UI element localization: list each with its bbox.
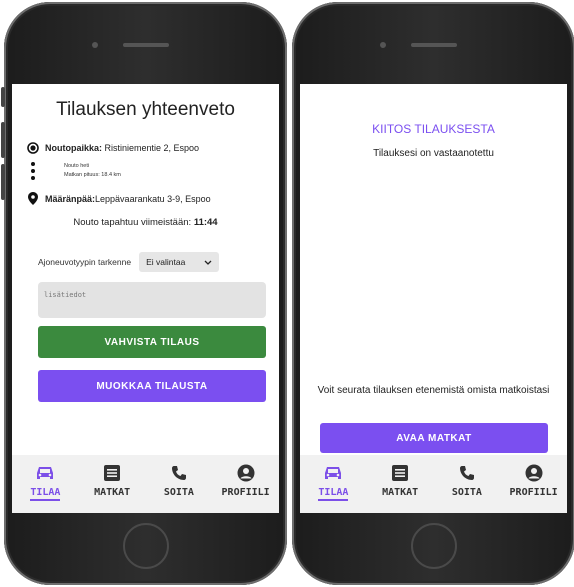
nav-trips-label: MATKAT bbox=[382, 487, 419, 498]
nav-call-label: SOITA bbox=[163, 487, 194, 498]
vehicle-type-row: Ajoneuvotyypin tarkenne Ei valintaa bbox=[38, 252, 248, 272]
thank-you-screen: KIITOS TILAUKSESTA Tilauksesi on vastaan… bbox=[300, 84, 567, 513]
nav-profile-label: PROFIILI bbox=[221, 487, 270, 498]
follow-info-text: Voit seurata tilauksen etenemistä omista… bbox=[317, 385, 550, 396]
pickup-address: Ristiniementie 2, Espoo bbox=[102, 143, 200, 153]
destination-row: Määränpää:Leppävaarankatu 3-9, Espoo bbox=[26, 192, 211, 205]
car-icon bbox=[35, 463, 55, 483]
phone-frame-right: KIITOS TILAUKSESTA Tilauksesi on vastaan… bbox=[292, 2, 574, 585]
car-icon bbox=[323, 463, 343, 483]
additional-info-field[interactable]: lisätiedot bbox=[38, 282, 266, 318]
dots-icon bbox=[26, 161, 40, 181]
vehicle-type-value: Ei valintaa bbox=[146, 257, 186, 267]
trip-length: Matkan pituus: 18.4 km bbox=[64, 172, 121, 178]
list-icon bbox=[392, 463, 409, 483]
nav-order-label: TILAA bbox=[30, 487, 61, 501]
nav-trips-label: MATKAT bbox=[94, 487, 131, 498]
thanks-title: KIITOS TILAUKSESTA bbox=[372, 122, 495, 136]
speaker-grille bbox=[122, 43, 169, 47]
phone-icon bbox=[459, 463, 475, 483]
chevron-down-icon bbox=[204, 257, 212, 267]
deadline-text: Nouto tapahtuu viimeistään: bbox=[73, 217, 194, 228]
vehicle-type-select[interactable]: Ei valintaa bbox=[139, 252, 220, 272]
pickup-row: Noutopaikka: Ristiniementie 2, Espoo bbox=[26, 142, 199, 154]
destination-address: Leppävaarankatu 3-9, Espoo bbox=[95, 193, 211, 204]
nav-order[interactable]: TILAA bbox=[17, 463, 73, 501]
phone-icon bbox=[171, 463, 187, 483]
nav-trips[interactable]: MATKAT bbox=[372, 463, 428, 498]
vehicle-type-label: Ajoneuvotyypin tarkenne bbox=[38, 257, 132, 267]
bottom-navigation: TILAA MATKAT SOITA PROFIILI bbox=[12, 455, 279, 513]
nav-call[interactable]: SOITA bbox=[151, 463, 207, 498]
user-icon bbox=[525, 463, 543, 483]
nav-call[interactable]: SOITA bbox=[439, 463, 495, 498]
volume-down-button bbox=[1, 164, 5, 200]
home-button bbox=[410, 523, 457, 569]
pickup-label: Noutopaikka: bbox=[45, 143, 103, 153]
user-icon bbox=[237, 463, 255, 483]
mute-switch bbox=[1, 87, 5, 107]
front-camera bbox=[380, 42, 386, 48]
pickup-time: Nouto heti bbox=[64, 163, 90, 169]
volume-up-button bbox=[1, 122, 5, 158]
nav-order[interactable]: TILAA bbox=[305, 463, 361, 501]
order-summary-screen: Tilauksen yhteenveto Noutopaikka: Ristin… bbox=[12, 84, 279, 513]
nav-order-label: TILAA bbox=[318, 487, 349, 501]
list-icon bbox=[104, 463, 121, 483]
nav-trips[interactable]: MATKAT bbox=[84, 463, 140, 498]
open-trips-button[interactable]: AVAA MATKAT bbox=[320, 423, 548, 453]
thanks-subtitle: Tilauksesi on vastaanotettu bbox=[373, 148, 494, 159]
nav-profile[interactable]: PROFIILI bbox=[506, 463, 562, 498]
nav-call-label: SOITA bbox=[451, 487, 482, 498]
nav-profile-label: PROFIILI bbox=[509, 487, 558, 498]
bottom-navigation: TILAA MATKAT SOITA PROFIILI bbox=[300, 455, 567, 513]
deadline-time: 11:44 bbox=[193, 217, 218, 228]
edit-order-button[interactable]: MUOKKAA TILAUSTA bbox=[38, 370, 266, 402]
pickup-deadline: Nouto tapahtuu viimeistään: 11:44 bbox=[12, 217, 279, 228]
map-pin-icon bbox=[26, 192, 40, 205]
speaker-grille bbox=[410, 43, 457, 47]
confirm-order-button[interactable]: VAHVISTA TILAUS bbox=[38, 326, 266, 358]
page-title: Tilauksen yhteenveto bbox=[56, 99, 235, 120]
front-camera bbox=[92, 42, 98, 48]
destination-label: Määränpää: bbox=[45, 193, 96, 204]
phone-frame-left: Tilauksen yhteenveto Noutopaikka: Ristin… bbox=[1, 2, 287, 585]
target-icon bbox=[26, 142, 40, 154]
nav-profile[interactable]: PROFIILI bbox=[218, 463, 274, 498]
home-button bbox=[122, 523, 169, 569]
